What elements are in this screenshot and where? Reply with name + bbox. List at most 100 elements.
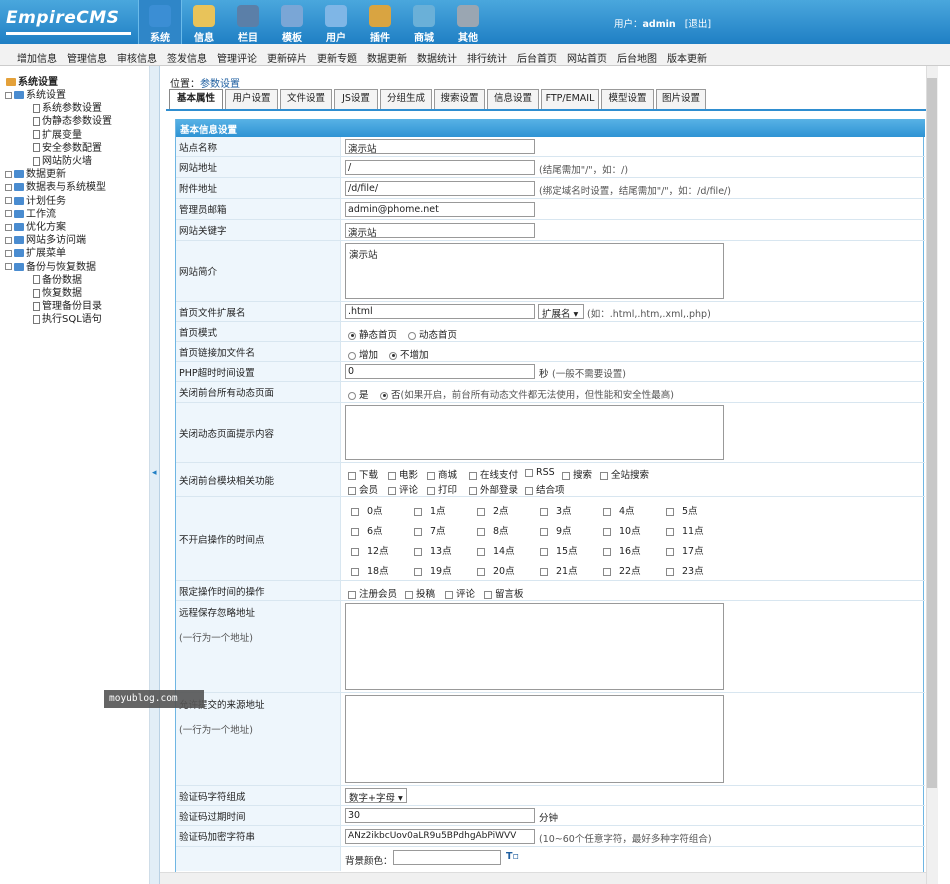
- expand-icon[interactable]: [5, 183, 12, 191]
- horizontal-scrollbar[interactable]: [160, 872, 926, 884]
- close-msg-textarea[interactable]: [345, 405, 724, 460]
- sidebar-item[interactable]: 执行SQL语句: [33, 310, 102, 325]
- hour-option[interactable]: 18点: [351, 563, 389, 577]
- subnav-item[interactable]: 后台地图: [617, 50, 657, 65]
- checkbox-icon[interactable]: [540, 567, 548, 576]
- index-link-add[interactable]: 增加: [348, 347, 378, 361]
- hour-option[interactable]: 10点: [603, 523, 641, 537]
- checkbox-icon[interactable]: [414, 547, 422, 556]
- subnav-item[interactable]: 网站首页: [567, 50, 607, 65]
- subnav-item[interactable]: 审核信息: [117, 50, 157, 65]
- tab-8[interactable]: 模型设置: [601, 89, 654, 109]
- hour-option[interactable]: 17点: [666, 543, 704, 557]
- checkbox-icon[interactable]: [477, 507, 485, 516]
- allow-source-textarea[interactable]: [345, 695, 724, 783]
- tab-0[interactable]: 基本属性: [169, 89, 223, 109]
- hour-option[interactable]: 8点: [477, 523, 509, 537]
- logout-link[interactable]: [退出]: [685, 19, 711, 30]
- admin-email-input[interactable]: admin@phome.net: [345, 202, 535, 217]
- hour-option[interactable]: 4点: [603, 503, 635, 517]
- subnav-item[interactable]: 管理评论: [217, 50, 257, 65]
- hour-option[interactable]: 20点: [477, 563, 515, 577]
- radio-icon[interactable]: [380, 391, 388, 400]
- checkbox-icon[interactable]: [603, 507, 611, 516]
- index-mode-static[interactable]: 静态首页: [348, 327, 397, 341]
- expand-icon[interactable]: [5, 249, 12, 257]
- tab-1[interactable]: 用户设置: [225, 89, 278, 109]
- tab-2[interactable]: 文件设置: [280, 89, 332, 109]
- limit-op-option[interactable]: 评论: [445, 586, 475, 600]
- hour-option[interactable]: 6点: [351, 523, 383, 537]
- checkbox-icon[interactable]: [469, 471, 477, 480]
- subnav-item[interactable]: 版本更新: [667, 50, 707, 65]
- hour-option[interactable]: 9点: [540, 523, 572, 537]
- hour-option[interactable]: 21点: [540, 563, 578, 577]
- captcha-key-input[interactable]: ANz2ikbcUov0aLR9u5BPdhgAbPiWVV: [345, 829, 535, 844]
- module-option[interactable]: 搜索: [562, 467, 592, 481]
- checkbox-icon[interactable]: [562, 471, 570, 480]
- radio-icon[interactable]: [348, 351, 356, 360]
- topnav-3[interactable]: 模板: [270, 0, 314, 44]
- module-option[interactable]: 全站搜索: [600, 467, 649, 481]
- checkbox-icon[interactable]: [445, 590, 453, 599]
- checkbox-icon[interactable]: [603, 567, 611, 576]
- checkbox-icon[interactable]: [540, 527, 548, 536]
- subnav-item[interactable]: 增加信息: [17, 50, 57, 65]
- php-timeout-input[interactable]: 0: [345, 364, 535, 379]
- remote-ignore-textarea[interactable]: [345, 603, 724, 690]
- collapse-arrow-icon[interactable]: ◂: [152, 468, 157, 478]
- checkbox-icon[interactable]: [351, 567, 359, 576]
- checkbox-icon[interactable]: [603, 547, 611, 556]
- site-url-input[interactable]: /: [345, 160, 535, 175]
- checkbox-icon[interactable]: [666, 527, 674, 536]
- close-dynamic-yes[interactable]: 是: [348, 387, 369, 401]
- radio-icon[interactable]: [348, 331, 356, 340]
- radio-icon[interactable]: [389, 351, 397, 360]
- hour-option[interactable]: 15点: [540, 543, 578, 557]
- checkbox-icon[interactable]: [388, 486, 396, 495]
- checkbox-icon[interactable]: [414, 527, 422, 536]
- expand-icon[interactable]: [5, 236, 12, 244]
- module-option[interactable]: 结合项: [525, 482, 565, 496]
- keywords-input[interactable]: 演示站: [345, 223, 535, 239]
- expand-icon[interactable]: [5, 223, 12, 231]
- hour-option[interactable]: 0点: [351, 503, 383, 517]
- topnav-5[interactable]: 插件: [358, 0, 402, 44]
- bg-color-input[interactable]: [393, 850, 501, 865]
- limit-op-option[interactable]: 留言板: [484, 586, 524, 600]
- intro-textarea[interactable]: 演示站: [345, 243, 724, 299]
- site-name-input[interactable]: 演示站: [345, 139, 535, 155]
- topnav-7[interactable]: 其他: [446, 0, 490, 44]
- checkbox-icon[interactable]: [484, 590, 492, 599]
- hour-option[interactable]: 12点: [351, 543, 389, 557]
- topnav-6[interactable]: 商城: [402, 0, 446, 44]
- file-url-input[interactable]: /d/file/: [345, 181, 535, 196]
- checkbox-icon[interactable]: [427, 486, 435, 495]
- expand-icon[interactable]: [5, 170, 12, 178]
- checkbox-icon[interactable]: [666, 507, 674, 516]
- tab-6[interactable]: 信息设置: [487, 89, 539, 109]
- module-option[interactable]: 打印: [427, 482, 457, 496]
- checkbox-icon[interactable]: [525, 468, 533, 477]
- checkbox-icon[interactable]: [525, 486, 533, 495]
- color-picker-icon[interactable]: T▫: [506, 851, 519, 862]
- topnav-0[interactable]: 系统: [138, 0, 182, 44]
- module-option[interactable]: 在线支付: [469, 467, 518, 481]
- index-link-no[interactable]: 不增加: [389, 347, 429, 361]
- subnav-item[interactable]: 签发信息: [167, 50, 207, 65]
- hour-option[interactable]: 19点: [414, 563, 452, 577]
- module-option[interactable]: 会员: [348, 482, 378, 496]
- hour-option[interactable]: 14点: [477, 543, 515, 557]
- scroll-thumb[interactable]: [927, 78, 937, 788]
- hour-option[interactable]: 23点: [666, 563, 704, 577]
- checkbox-icon[interactable]: [414, 567, 422, 576]
- checkbox-icon[interactable]: [477, 547, 485, 556]
- captcha-chars-select[interactable]: 数字+字母 ▾: [345, 788, 407, 804]
- checkbox-icon[interactable]: [477, 527, 485, 536]
- checkbox-icon[interactable]: [348, 486, 356, 495]
- sidebar-splitter[interactable]: ◂: [150, 66, 160, 884]
- checkbox-icon[interactable]: [348, 590, 356, 599]
- checkbox-icon[interactable]: [427, 471, 435, 480]
- limit-op-option[interactable]: 注册会员: [348, 586, 397, 600]
- checkbox-icon[interactable]: [603, 527, 611, 536]
